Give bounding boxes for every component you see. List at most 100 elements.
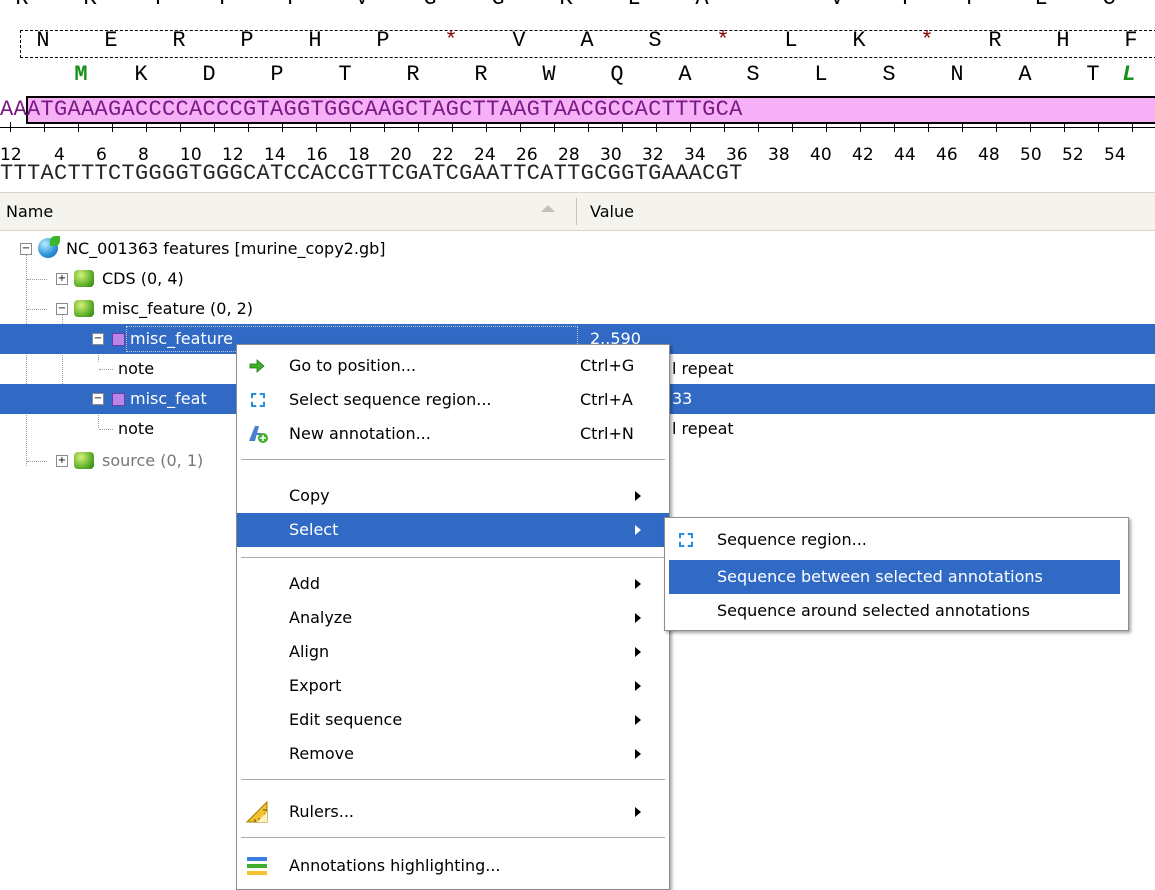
menu-item-copy[interactable]: Copy — [237, 479, 669, 513]
frame2-aa: P — [376, 28, 390, 53]
frame2-stop: * — [920, 28, 934, 53]
menu-item-rulers[interactable]: Rulers... — [237, 795, 669, 829]
menu-item-annotations-highlighting[interactable]: Annotations highlighting... — [237, 849, 669, 883]
menu-item-align[interactable]: Align — [237, 635, 669, 669]
menu-label: Select sequence region... — [289, 390, 492, 409]
dna-sequence[interactable]: AAATGAAAGACCCCACCCGTAGGTGGCAAGCTAGCTTAAG… — [0, 96, 743, 124]
tree-label: NC_001363 features [murine_copy2.gb] — [66, 239, 386, 258]
ruler-tick — [146, 122, 147, 132]
ruler-tick — [826, 122, 827, 132]
expand-icon[interactable]: + — [56, 273, 68, 285]
frame3-aa: L — [814, 62, 828, 87]
ruler-tick — [622, 122, 623, 132]
frame2-aa: H — [1056, 28, 1070, 53]
collapse-icon[interactable]: − — [20, 243, 32, 255]
menu-label: Select — [289, 520, 339, 539]
expand-icon[interactable]: + — [56, 455, 68, 467]
complement-sequence[interactable]: TTTACTTTCTGGGGTGGGCATCCACCGTTCGATCGAATTC… — [0, 162, 743, 186]
ruler-tick — [996, 122, 997, 132]
frame3-aa: W — [542, 62, 556, 87]
collapse-icon[interactable]: − — [92, 333, 104, 345]
ruler-tick — [520, 122, 521, 132]
ruler-tick — [928, 122, 929, 132]
tree-value: l repeat — [672, 359, 734, 378]
ruler-number: 50 — [1020, 145, 1042, 165]
menu-label: Sequence region... — [717, 530, 867, 549]
submenu-item-around-annotations[interactable]: Sequence around selected annotations — [665, 594, 1128, 628]
menu-label: Sequence around selected annotations — [717, 601, 1030, 620]
frame2-stop: * — [716, 28, 730, 53]
frame1-aa: L — [1024, 0, 1058, 11]
menu-label: New annotation... — [289, 424, 431, 443]
ruler-tick — [1030, 122, 1031, 132]
ruler-tick — [554, 122, 555, 132]
ruler-tick — [1098, 122, 1099, 132]
frame3-aa: A — [1018, 62, 1032, 87]
frame1-aa: V — [345, 0, 379, 11]
frame3-aa: K — [134, 62, 148, 87]
frame2-aa: V — [512, 28, 526, 53]
submenu-arrow-icon — [635, 681, 641, 691]
menu-label: Remove — [289, 744, 354, 763]
sequence-view[interactable]: R * K T P P V G G K L A * V T P L C N E … — [0, 0, 1155, 192]
menu-item-edit-sequence[interactable]: Edit sequence — [237, 703, 669, 737]
tree-label: misc_feature (0, 2) — [102, 299, 254, 318]
submenu-item-between-annotations[interactable]: Sequence between selected annotations — [669, 560, 1120, 594]
menu-separator — [241, 837, 665, 838]
tree-label: misc_feat — [130, 389, 207, 408]
tree-label: misc_feature — [130, 329, 233, 348]
ruler-tick — [316, 122, 317, 132]
frame2-aa: A — [580, 28, 594, 53]
ruler-tick — [1064, 122, 1065, 132]
ruler-tick — [384, 122, 385, 132]
menu-item-remove[interactable]: Remove — [237, 737, 669, 771]
frame1-aa: G — [413, 0, 447, 11]
column-header-value[interactable]: Value — [590, 202, 634, 221]
annotation-icon — [249, 426, 268, 443]
tree-row-cds[interactable]: + CDS (0, 4) — [0, 264, 1155, 294]
menu-item-new-annotation[interactable]: New annotation... Ctrl+N — [237, 417, 669, 451]
collapse-icon[interactable]: − — [92, 393, 104, 405]
menu-shortcut: Ctrl+A — [580, 390, 633, 409]
frame1-aa: V — [820, 0, 854, 11]
tree-row-root[interactable]: − NC_001363 features [murine_copy2.gb] — [0, 234, 1155, 264]
menu-item-export[interactable]: Export — [237, 669, 669, 703]
menu-item-analyze[interactable]: Analyze — [237, 601, 669, 635]
ruler-tick — [10, 122, 11, 132]
frame3-aa: R — [406, 62, 420, 87]
menu-shortcut: Ctrl+G — [580, 356, 635, 375]
menu-label: Align — [289, 642, 330, 661]
frame2-aa: P — [240, 28, 254, 53]
collapse-icon[interactable]: − — [56, 303, 68, 315]
frame3-aa: A — [678, 62, 692, 87]
frame1-aa: G — [481, 0, 515, 11]
ruler-tick — [248, 122, 249, 132]
ruler-tick — [724, 122, 725, 132]
ruler-tick — [282, 122, 283, 132]
ruler-number: 48 — [978, 145, 1000, 165]
menu-item-select[interactable]: Select — [237, 513, 669, 547]
ruler-number: 44 — [894, 145, 916, 165]
menu-shortcut: Ctrl+N — [580, 424, 634, 443]
menu-item-select-sequence-region[interactable]: Select sequence region... Ctrl+A — [237, 383, 669, 417]
menu-item-go-to-position[interactable]: Go to position... Ctrl+G — [237, 349, 669, 383]
ruler-tick — [350, 122, 351, 132]
ruler-icon — [245, 800, 268, 823]
frame2-aa: E — [104, 28, 118, 53]
ruler-number: 54 — [1104, 145, 1126, 165]
tree-label: note — [118, 359, 155, 378]
menu-item-add[interactable]: Add — [237, 567, 669, 601]
ruler-number: 52 — [1062, 145, 1084, 165]
annotation-square-icon — [112, 333, 125, 346]
table-header: Name Value — [0, 192, 1155, 231]
column-header-name[interactable]: Name — [6, 202, 53, 221]
tree-row-misc-group[interactable]: − misc_feature (0, 2) — [0, 294, 1155, 324]
ruler-tick — [486, 122, 487, 132]
frame1-aa: * — [752, 0, 786, 11]
frame2-aa: R — [988, 28, 1002, 53]
submenu-item-sequence-region[interactable]: Sequence region... — [665, 523, 1128, 557]
tree-label: source (0, 1) — [102, 451, 204, 470]
column-divider[interactable] — [576, 198, 577, 225]
frame2-aa: L — [784, 28, 798, 53]
submenu-arrow-icon — [635, 579, 641, 589]
